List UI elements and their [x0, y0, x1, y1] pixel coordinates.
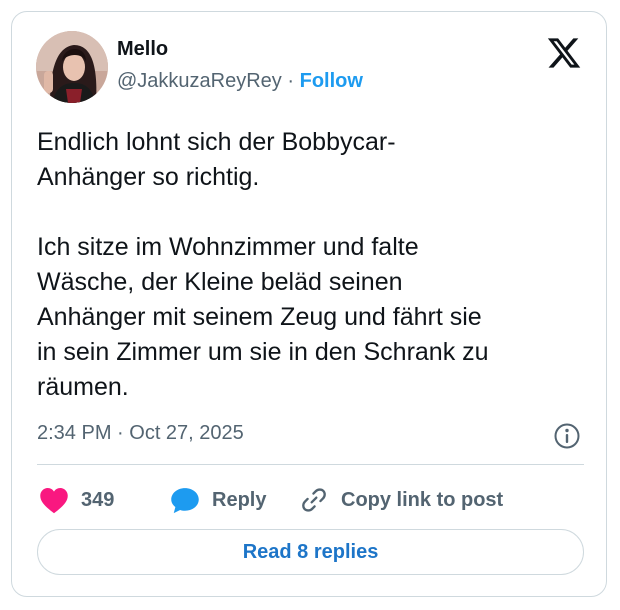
author-handle[interactable]: @JakkuzaReyRey	[117, 70, 282, 92]
like-count: 349	[81, 488, 115, 511]
divider	[37, 464, 584, 465]
tweet-card: Mello @JakkuzaReyRey · Follow Endlich lo…	[11, 11, 607, 597]
author-name[interactable]: Mello	[117, 38, 168, 61]
info-icon[interactable]	[553, 422, 581, 450]
heart-icon	[40, 488, 68, 514]
reply-label: Reply	[212, 488, 267, 511]
copy-link-button[interactable]: Copy link to post	[299, 482, 503, 518]
x-logo-icon[interactable]	[546, 35, 582, 71]
follow-button[interactable]: Follow	[300, 70, 363, 92]
like-button[interactable]: 349	[39, 482, 114, 518]
link-icon	[302, 488, 326, 512]
separator-dot: ·	[287, 70, 295, 92]
avatar[interactable]	[36, 31, 108, 103]
tweet-text: Endlich lohnt sich der Bobbycar- Anhänge…	[37, 128, 489, 401]
read-replies-button[interactable]: Read 8 replies	[37, 529, 584, 575]
tweet-timestamp[interactable]: 2:34 PM · Oct 27, 2025	[37, 422, 244, 445]
reply-bubble-icon	[171, 488, 199, 514]
profile-photo	[36, 31, 108, 103]
copy-link-label: Copy link to post	[341, 488, 504, 511]
author-handle-row: @JakkuzaReyRey · Follow	[117, 70, 363, 93]
reply-button[interactable]: Reply	[170, 482, 266, 518]
